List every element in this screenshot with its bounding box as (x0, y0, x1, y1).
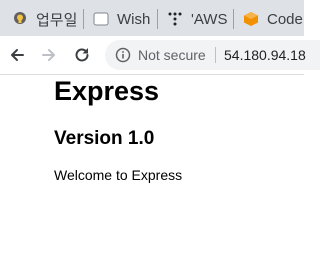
page-subheading: Version 1.0 (54, 128, 155, 149)
tab-divider (83, 9, 84, 29)
tab-work[interactable]: 업무일 (12, 6, 77, 32)
reload-icon (75, 48, 89, 62)
security-status: Not secure (138, 47, 206, 63)
tab-label: 업무일 (36, 11, 78, 29)
browser-toolbar: Not secure 54.180.94.18 (0, 36, 320, 75)
page-heading: Express (54, 76, 160, 106)
url-text[interactable]: 54.180.94.18 (224, 47, 306, 63)
tab-strip: 업무일 Wish 'AWS Code (0, 0, 304, 36)
address-bar[interactable]: Not secure 54.180.94.18 (105, 40, 320, 70)
document-icon (93, 11, 109, 27)
dots-icon (167, 11, 183, 27)
tab-divider (157, 9, 158, 29)
back-arrow-icon (11, 49, 24, 61)
reload-button[interactable] (70, 43, 94, 67)
info-icon[interactable] (115, 47, 131, 63)
tab-label: Code (267, 10, 303, 28)
lightbulb-icon (12, 11, 28, 27)
tab-wish[interactable]: Wish (93, 6, 150, 32)
omnibox-divider (215, 47, 216, 63)
tab-aws[interactable]: 'AWS (167, 6, 227, 32)
tab-code[interactable]: Code (243, 6, 303, 32)
forward-arrow-icon (42, 49, 55, 61)
tab-label: Wish (117, 10, 151, 28)
tab-label: 'AWS (191, 10, 228, 28)
forward-button[interactable] (37, 43, 61, 67)
back-button[interactable] (5, 43, 29, 67)
welcome-text: Welcome to Express (54, 167, 183, 183)
aws-cube-icon (243, 11, 259, 27)
tab-divider (233, 9, 234, 29)
